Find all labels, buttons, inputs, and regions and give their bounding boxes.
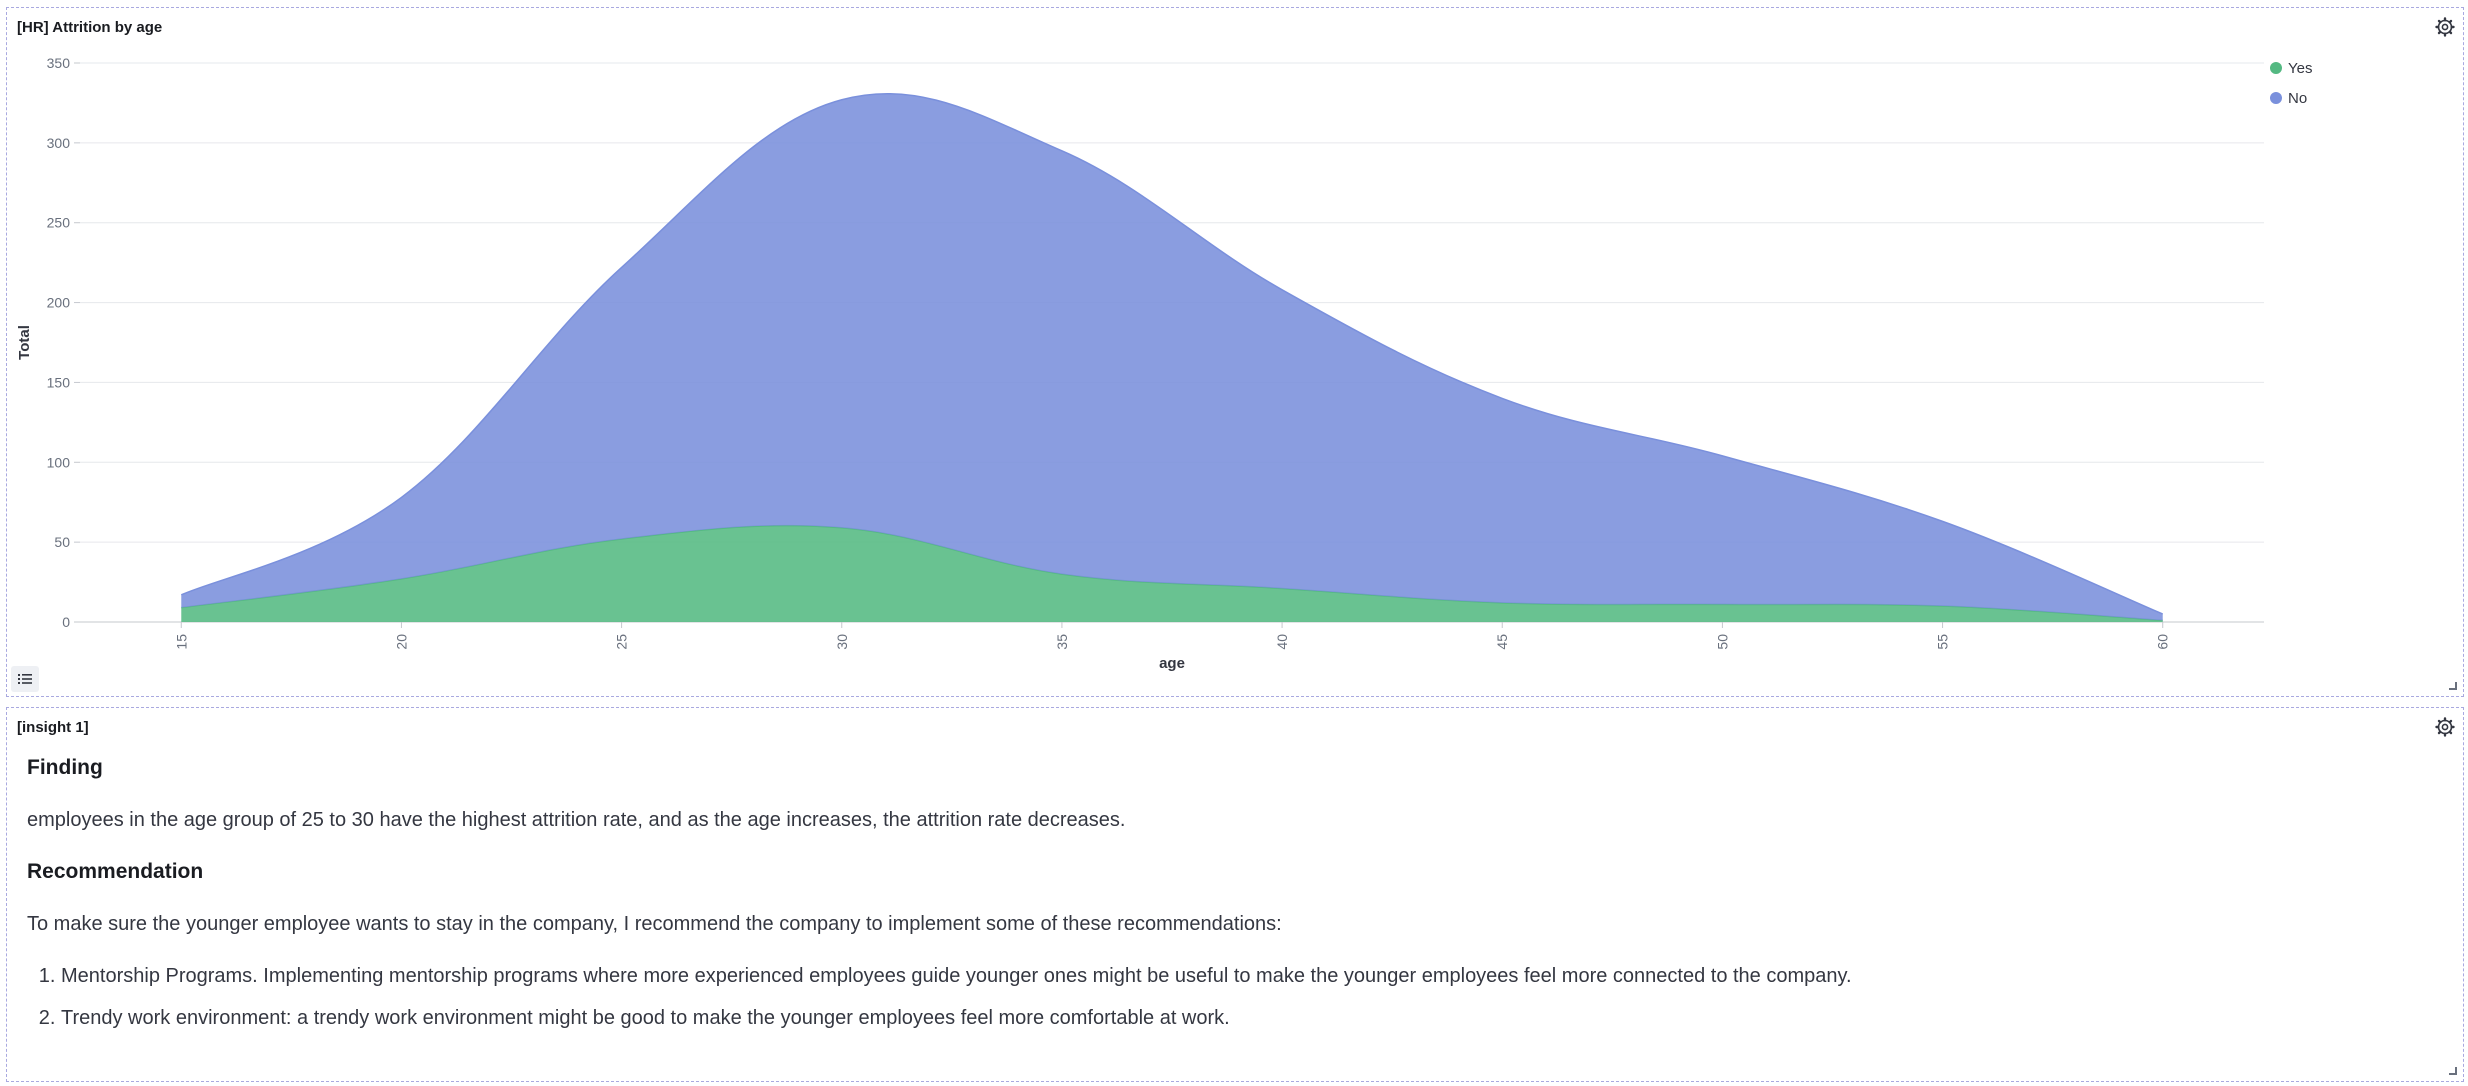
x-tick-label: 35	[1054, 634, 1070, 650]
y-tick-label: 350	[47, 55, 71, 71]
area-chart: 0 50 100 150 200 250 300 350 15 20 25 30 35 40 45 50 55 6…	[16, 55, 2264, 672]
y-tick-label: 0	[62, 614, 70, 630]
legend-label-no: No	[2288, 89, 2308, 107]
markdown-content: Finding employees in the age group of 25…	[27, 756, 2443, 1048]
x-axis-title: age	[1159, 655, 1185, 672]
x-tick-label: 45	[1494, 634, 1510, 650]
gear-icon[interactable]	[2432, 14, 2458, 40]
y-tick-label: 150	[47, 374, 71, 390]
x-tick-label: 25	[614, 634, 630, 650]
list-icon	[18, 674, 32, 684]
chart-panel: 0 50 100 150 200 250 300 350 15 20 25 30 35 40 45 50 55 6…	[6, 7, 2464, 697]
legend-dot-yes	[2270, 62, 2282, 74]
x-tick-label: 15	[173, 634, 189, 650]
finding-text: employees in the age group of 25 to 30 h…	[27, 809, 1126, 831]
x-tick-label: 20	[393, 634, 409, 650]
recommendation-intro: To make sure the younger employee wants …	[27, 913, 1282, 935]
x-tick-label: 30	[834, 634, 850, 650]
resize-handle-icon[interactable]	[2449, 682, 2457, 690]
y-tick-label: 100	[47, 454, 71, 470]
finding-heading: Finding	[27, 756, 103, 779]
y-tick-label: 250	[47, 215, 71, 231]
x-tick-label: 50	[1714, 634, 1730, 650]
x-tick-label: 40	[1274, 634, 1290, 650]
y-tick-label: 200	[47, 295, 71, 311]
area-no	[181, 93, 2163, 621]
y-axis-title: Total	[16, 325, 33, 360]
resize-handle-icon[interactable]	[2449, 1067, 2457, 1075]
chart-legend: Yes No	[2270, 53, 2312, 113]
insight-panel: [insight 1] Finding employees in the age…	[6, 707, 2464, 1082]
y-tick-label: 50	[54, 534, 70, 550]
gear-icon[interactable]	[2432, 714, 2458, 740]
y-tick-label: 300	[47, 135, 71, 151]
insight-panel-title: [insight 1]	[17, 719, 89, 736]
recommendation-item: Trendy work environment: a trendy work e…	[61, 1006, 2443, 1030]
legend-dot-no	[2270, 92, 2282, 104]
x-tick-label: 55	[1935, 634, 1951, 650]
legend-label-yes: Yes	[2288, 59, 2313, 77]
legend-toggle-button[interactable]	[11, 666, 39, 692]
recommendation-heading: Recommendation	[27, 860, 204, 883]
x-tick-label: 60	[2155, 634, 2171, 650]
legend-item-no[interactable]: No	[2270, 83, 2312, 113]
recommendation-item: Mentorship Programs. Implementing mentor…	[61, 964, 2443, 988]
chart-panel-title: [HR] Attrition by age	[17, 19, 163, 36]
recommendation-list: Mentorship Programs. Implementing mentor…	[27, 964, 2443, 1030]
legend-item-yes[interactable]: Yes	[2270, 53, 2312, 83]
